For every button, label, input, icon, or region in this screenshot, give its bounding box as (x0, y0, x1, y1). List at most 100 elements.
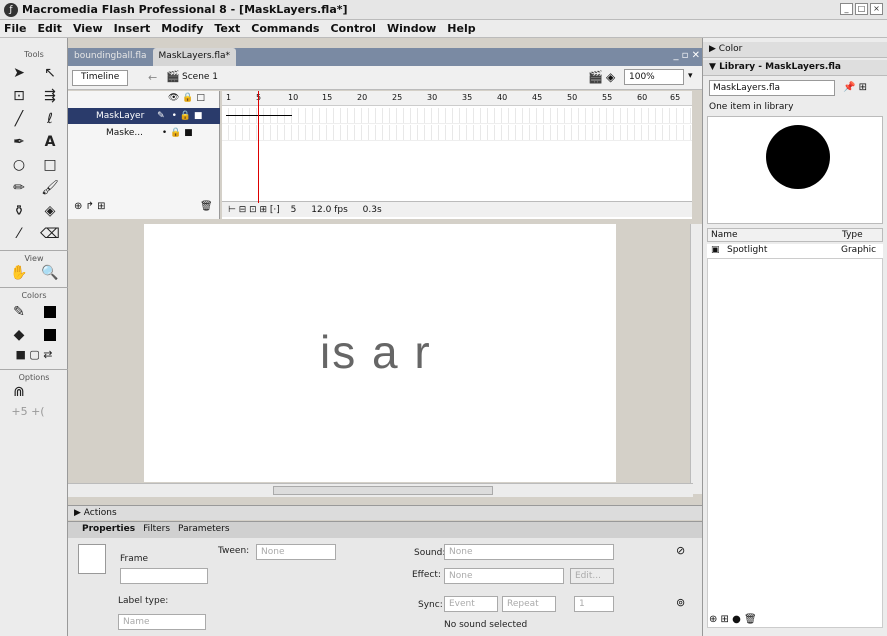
fill-color-swatch[interactable] (39, 325, 61, 345)
col-name[interactable]: Name (711, 230, 738, 240)
tab-boundingball[interactable]: boundingball.fla (68, 48, 153, 66)
help-icon[interactable]: ⊘ (676, 544, 685, 557)
tab-parameters[interactable]: Parameters (178, 522, 230, 538)
stroke-color-swatch[interactable] (39, 302, 61, 322)
zoom-dropdown-icon[interactable]: ▾ (688, 71, 693, 81)
menu-modify[interactable]: Modify (161, 22, 203, 35)
brush-tool-icon[interactable]: 🖌 (39, 178, 61, 198)
library-panel-header[interactable]: ▼ Library - MaskLayers.fla (703, 60, 887, 76)
layer-masked[interactable]: Maske... • 🔒 ■ (68, 125, 220, 141)
effect-select[interactable]: None (444, 568, 564, 584)
library-file-select[interactable]: MaskLayers.fla (709, 80, 835, 96)
current-frame: 5 (290, 205, 297, 215)
paint-bucket-tool-icon[interactable]: ◈ (39, 201, 61, 221)
layer-header-icons: 👁 🔒 □ (168, 93, 205, 103)
eraser-tool-icon[interactable]: ⌫ (39, 224, 61, 244)
subselection-tool-icon[interactable]: ↖ (39, 63, 61, 83)
fill-color-icon[interactable]: ◆ (8, 325, 30, 345)
trash-icon[interactable]: 🗑 (200, 201, 213, 212)
flash-app-icon: ƒ (4, 3, 18, 17)
library-item-spotlight[interactable]: ▣ Spotlight Graphic (707, 244, 883, 258)
tween-line (226, 115, 292, 116)
frame-row-masklayer[interactable] (222, 108, 692, 124)
frame-row-masked[interactable] (222, 125, 692, 141)
menu-window[interactable]: Window (387, 22, 436, 35)
tween-label: Tween: (218, 546, 250, 556)
sync-select[interactable]: Event (444, 596, 498, 612)
smooth-straighten-icons[interactable]: +5 +( (8, 402, 48, 422)
frame-label: Frame (120, 554, 149, 564)
frame-name-input[interactable] (120, 568, 208, 584)
label-type-select[interactable]: Name (118, 614, 206, 630)
tools-panel: Tools ➤ ↖ ⊡ ⇶ ╱ ℓ ✒ A ○ □ ✏ 🖌 ⚱ ◈ ⁄ ⌫ Vi… (0, 38, 68, 636)
repeat-select[interactable]: Repeat (502, 596, 556, 612)
center-frame-icons[interactable]: ⊢ ⊟ ⊡ ⊞ [·] (228, 205, 280, 215)
menu-insert[interactable]: Insert (114, 22, 151, 35)
frame-num: 25 (392, 93, 403, 102)
right-panel: ▶ Color ▼ Library - MaskLayers.fla MaskL… (702, 38, 887, 636)
stage-horizontal-scrollbar[interactable] (68, 483, 693, 497)
text-tool-icon[interactable]: A (39, 132, 61, 152)
menu-control[interactable]: Control (330, 22, 375, 35)
rectangle-tool-icon[interactable]: □ (39, 155, 61, 175)
stroke-color-icon[interactable]: ✎ (8, 302, 30, 322)
menu-text[interactable]: Text (214, 22, 240, 35)
oval-tool-icon[interactable]: ○ (8, 155, 30, 175)
selection-tool-icon[interactable]: ➤ (8, 63, 30, 83)
add-layer-icons[interactable]: ⊕ ↱ ⊞ (74, 201, 106, 212)
document-window-controls[interactable]: _ ▫ ✕ (673, 50, 700, 61)
tab-properties[interactable]: Properties (82, 522, 135, 538)
sound-select[interactable]: None (444, 544, 614, 560)
edit-symbols-icon[interactable]: ◈ (606, 70, 615, 84)
lasso-tool-icon[interactable]: ℓ (39, 109, 61, 129)
ink-bottle-tool-icon[interactable]: ⚱ (8, 201, 30, 221)
edit-button[interactable]: Edit... (570, 568, 614, 584)
view-section-label: View (0, 250, 68, 263)
expand-icon: ▶ (709, 44, 719, 54)
stage-text[interactable]: is a r (320, 325, 432, 379)
color-panel-header[interactable]: ▶ Color (703, 42, 887, 58)
graphic-icon: ▣ (711, 245, 720, 255)
accessibility-icon[interactable]: ⊚ (676, 596, 685, 609)
close-button[interactable]: × (870, 3, 883, 15)
frame-num: 60 (637, 93, 648, 102)
pencil-tool-icon[interactable]: ✏ (8, 178, 30, 198)
actions-panel-header[interactable]: ▶ Actions (68, 505, 702, 520)
zoom-select[interactable]: 100% (624, 69, 684, 85)
tab-filters[interactable]: Filters (143, 522, 170, 538)
menu-commands[interactable]: Commands (251, 22, 319, 35)
back-arrow-icon[interactable]: ← (148, 71, 157, 84)
menu-view[interactable]: View (73, 22, 103, 35)
snap-magnet-icon[interactable]: ⋒ (8, 382, 30, 402)
scene-label[interactable]: Scene 1 (182, 72, 218, 82)
menu-edit[interactable]: Edit (38, 22, 62, 35)
playhead[interactable] (258, 91, 259, 203)
menu-file[interactable]: File (4, 22, 27, 35)
frame-icon (78, 544, 106, 574)
edit-scene-icon[interactable]: 🎬 (588, 70, 603, 84)
library-item-count: One item in library (709, 102, 794, 112)
maximize-button[interactable]: □ (855, 3, 868, 15)
menu-help[interactable]: Help (447, 22, 475, 35)
zoom-tool-icon[interactable]: 🔍 (39, 263, 61, 283)
repeat-count-input[interactable]: 1 (574, 596, 614, 612)
timeline-button[interactable]: Timeline (72, 70, 129, 86)
scroll-thumb[interactable] (273, 486, 493, 495)
minimize-button[interactable]: _ (840, 3, 853, 15)
layer-masklayer[interactable]: MaskLayer ✎ • 🔒 ■ (68, 108, 220, 124)
pen-tool-icon[interactable]: ✒ (8, 132, 30, 152)
fill-transform-tool-icon[interactable]: ⇶ (39, 86, 61, 106)
line-tool-icon[interactable]: ╱ (8, 109, 30, 129)
eyedropper-tool-icon[interactable]: ⁄ (8, 224, 30, 244)
tween-select[interactable]: None (256, 544, 336, 560)
free-transform-tool-icon[interactable]: ⊡ (8, 86, 30, 106)
color-header-label: Color (718, 44, 743, 54)
hand-tool-icon[interactable]: ✋ (8, 263, 30, 283)
stage-vertical-scrollbar[interactable] (690, 224, 702, 494)
library-bottom-icons[interactable]: ⊕ ⊞ ● 🗑 (709, 614, 757, 625)
color-swap-icons[interactable]: ■ ▢ ⇄ (6, 345, 62, 365)
tab-masklayers[interactable]: MaskLayers.fla* (152, 48, 237, 66)
frame-num: 15 (322, 93, 333, 102)
col-type[interactable]: Type (842, 230, 863, 240)
library-options-icons[interactable]: 📌 ⊞ (843, 82, 867, 93)
